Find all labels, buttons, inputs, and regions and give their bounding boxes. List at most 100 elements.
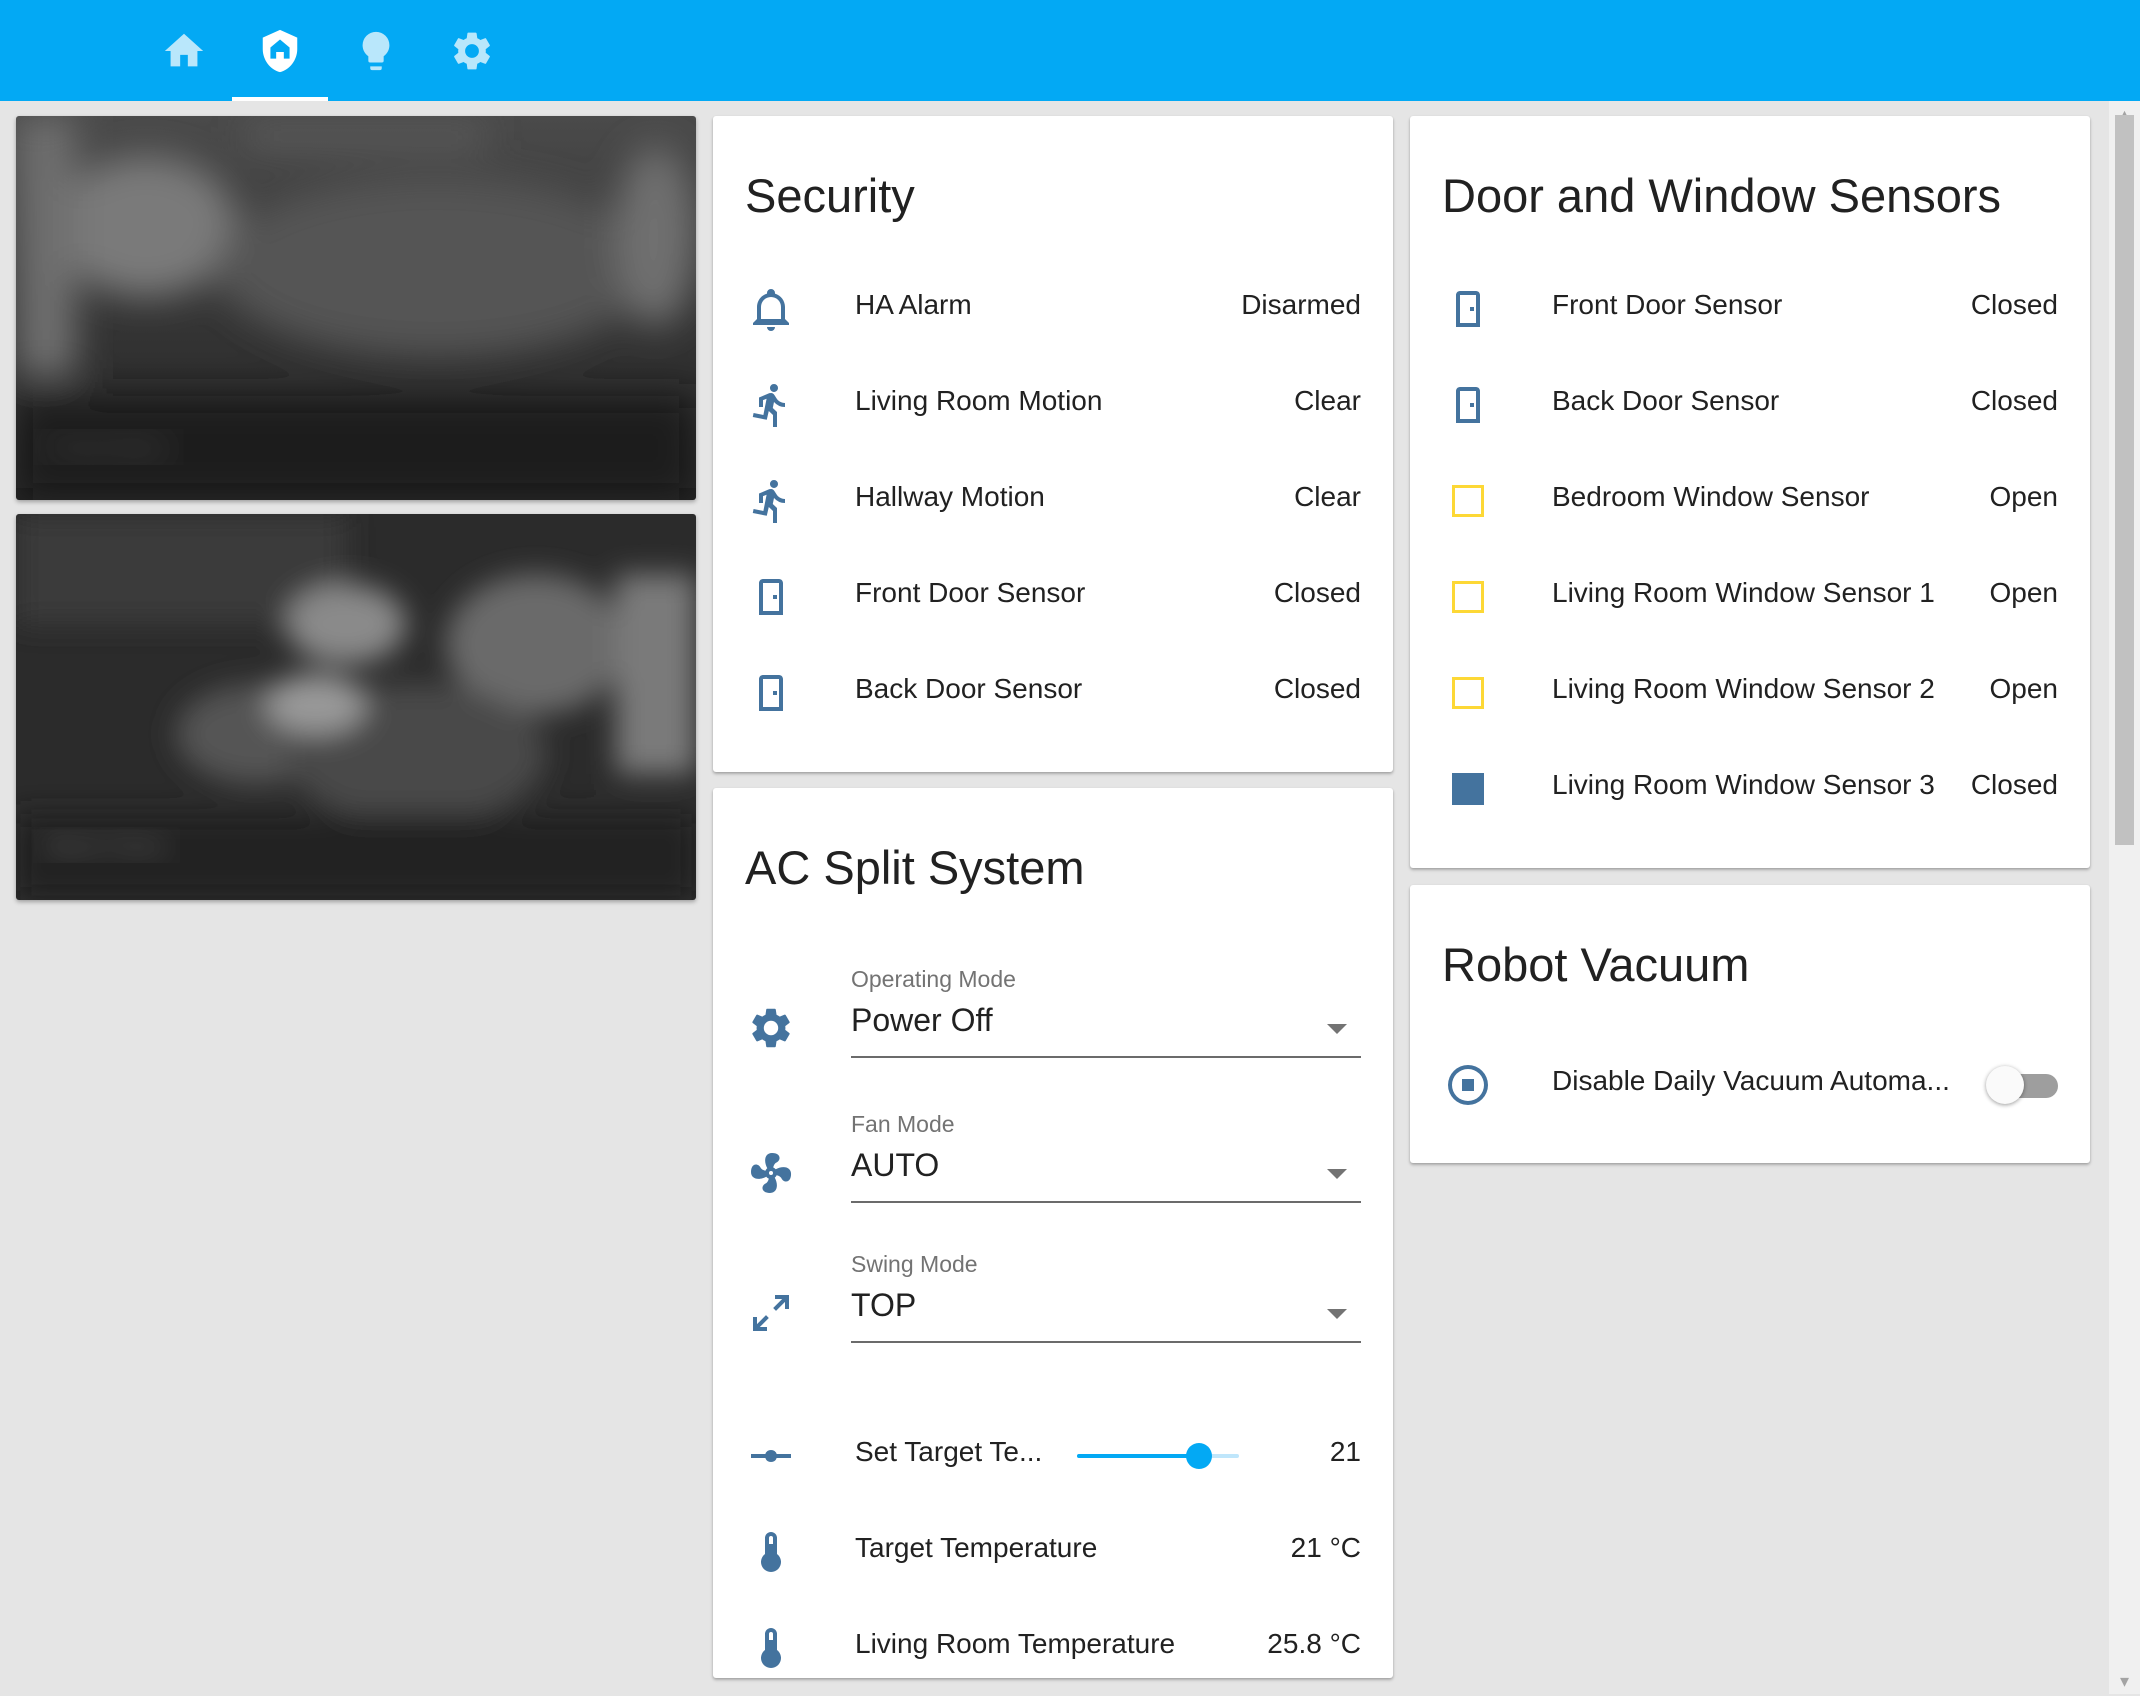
slider-value: 21 (1329, 1436, 1361, 1467)
tab-home[interactable] (136, 0, 232, 101)
select-underline (851, 1056, 1361, 1058)
door-window-sensors-card: Door and Window Sensors Front Door Senso… (1410, 116, 2090, 868)
entity-state: Disarmed (1241, 289, 1361, 320)
entity-row[interactable]: HA Alarm Disarmed (713, 261, 1393, 357)
square-outline-icon (1444, 573, 1492, 621)
entity-row[interactable]: Front Door Sensor Closed (1410, 261, 2090, 357)
tab-settings[interactable] (424, 0, 520, 101)
square-outline-icon (1444, 669, 1492, 717)
select-underline (851, 1341, 1361, 1343)
entity-row[interactable]: Living Room Window Sensor 2 Open (1410, 645, 2090, 741)
entity-row[interactable]: Living Room Window Sensor 1 Open (1410, 549, 2090, 645)
select-label: Operating Mode (851, 966, 1016, 992)
camera-back-door[interactable]: Back Door (16, 514, 696, 900)
entity-row[interactable]: Living Room Window Sensor 3 Closed (1410, 741, 2090, 837)
entity-name: Living Room Motion (855, 385, 1103, 416)
entity-state: 25.8 °C (1267, 1628, 1361, 1659)
gear-icon (747, 1004, 795, 1052)
dropdown-arrow-icon[interactable] (1327, 1309, 1347, 1319)
entity-name: Living Room Window Sensor 2 (1552, 673, 1935, 704)
door-icon (1444, 285, 1492, 333)
camera-image-back-door: Back Door (16, 514, 696, 900)
swing-mode-select[interactable]: Swing Mode TOP (713, 1243, 1393, 1383)
entity-row[interactable]: Back Door Sensor Closed (1410, 357, 2090, 453)
vacuum-automation-toggle[interactable] (1986, 1066, 2058, 1104)
lightbulb-icon (353, 28, 399, 74)
select-label: Fan Mode (851, 1111, 955, 1137)
square-icon (1444, 765, 1492, 813)
entity-state: Open (1989, 673, 2059, 704)
entity-state: Closed (1970, 289, 2058, 320)
entity-state: 21 °C (1290, 1532, 1361, 1563)
thermometer-icon (747, 1624, 795, 1672)
entity-state: Closed (1273, 673, 1361, 704)
gear-icon (449, 28, 495, 74)
select-label: Swing Mode (851, 1251, 978, 1277)
tab-lights[interactable] (328, 0, 424, 101)
fan-mode-select[interactable]: Fan Mode AUTO (713, 1103, 1393, 1243)
entity-row[interactable]: Bedroom Window Sensor Open (1410, 453, 2090, 549)
entity-row[interactable]: Back Door Sensor Closed (713, 645, 1393, 741)
ac-split-system-card: AC Split System Operating Mode Power Off… (713, 788, 1393, 1678)
operating-mode-select[interactable]: Operating Mode Power Off (713, 958, 1393, 1098)
ray-vertex-icon (747, 1432, 795, 1480)
entity-name: Living Room Window Sensor 3 (1552, 769, 1935, 800)
thermometer-icon (747, 1528, 795, 1576)
robot-vacuum-card: Robot Vacuum Disable Daily Vacuum Automa… (1410, 885, 2090, 1163)
entity-state: Clear (1294, 481, 1361, 512)
security-card: Security HA Alarm Disarmed Living Room M… (713, 116, 1393, 772)
entity-state: Open (1989, 481, 2059, 512)
entity-name: Living Room Temperature (855, 1628, 1176, 1659)
camera-label-back-door: Back Door (46, 830, 168, 860)
home-icon (161, 28, 207, 74)
entity-row[interactable]: Living Room Motion Clear (713, 357, 1393, 453)
toggle-knob[interactable] (1986, 1066, 2024, 1104)
set-target-temperature-row: Set Target Te... 21 (713, 1408, 1393, 1504)
scroll-down-arrow[interactable]: ▾ (2109, 1668, 2140, 1694)
entity-state: Closed (1970, 385, 2058, 416)
tab-security[interactable] (232, 0, 328, 101)
dropdown-arrow-icon[interactable] (1327, 1169, 1347, 1179)
entity-state: Closed (1273, 577, 1361, 608)
square-outline-icon (1444, 477, 1492, 525)
entity-name: Back Door Sensor (855, 673, 1083, 704)
entity-row[interactable]: Hallway Motion Clear (713, 453, 1393, 549)
entity-name: Set Target Te... (855, 1436, 1043, 1467)
dropdown-arrow-icon[interactable] (1327, 1024, 1347, 1034)
entity-row[interactable]: Living Room Temperature 25.8 °C (713, 1600, 1393, 1696)
stop-circle-icon (1444, 1061, 1492, 1109)
scrollbar[interactable]: ▴ ▾ (2109, 101, 2140, 1694)
active-tab-indicator (232, 97, 328, 101)
slider-fill (1077, 1454, 1199, 1458)
select-value[interactable]: TOP (851, 1287, 916, 1324)
entity-state: Closed (1970, 769, 2058, 800)
select-value[interactable]: AUTO (851, 1147, 939, 1184)
bell-icon (747, 285, 795, 333)
scrollbar-thumb[interactable] (2115, 115, 2134, 845)
target-temperature-slider[interactable] (1077, 1443, 1239, 1469)
entity-name: HA Alarm (855, 289, 972, 320)
select-underline (851, 1201, 1361, 1203)
entity-name: Hallway Motion (855, 481, 1045, 512)
entity-state: Open (1989, 577, 2059, 608)
slider-knob[interactable] (1185, 1443, 1212, 1469)
entity-name: Disable Daily Vacuum Automa... (1552, 1065, 1950, 1096)
walk-icon (747, 381, 795, 429)
card-title: Robot Vacuum (1442, 938, 1750, 991)
entity-row[interactable]: Target Temperature 21 °C (713, 1504, 1393, 1600)
card-title: Door and Window Sensors (1442, 169, 2002, 222)
walk-icon (747, 477, 795, 525)
entity-name: Living Room Window Sensor 1 (1552, 577, 1935, 608)
entity-row[interactable]: Disable Daily Vacuum Automa... (1410, 1037, 2090, 1133)
select-value[interactable]: Power Off (851, 1002, 993, 1039)
card-title: AC Split System (745, 841, 1085, 894)
card-title: Security (745, 169, 915, 222)
entity-row[interactable]: Front Door Sensor Closed (713, 549, 1393, 645)
entity-name: Bedroom Window Sensor (1552, 481, 1870, 512)
entity-name: Front Door Sensor (855, 577, 1086, 608)
camera-image-front-door: Front Door (16, 116, 696, 500)
camera-front-door[interactable]: Front Door (16, 116, 696, 500)
entity-name: Target Temperature (855, 1532, 1098, 1563)
top-app-bar (0, 0, 2140, 101)
entity-state: Clear (1294, 385, 1361, 416)
